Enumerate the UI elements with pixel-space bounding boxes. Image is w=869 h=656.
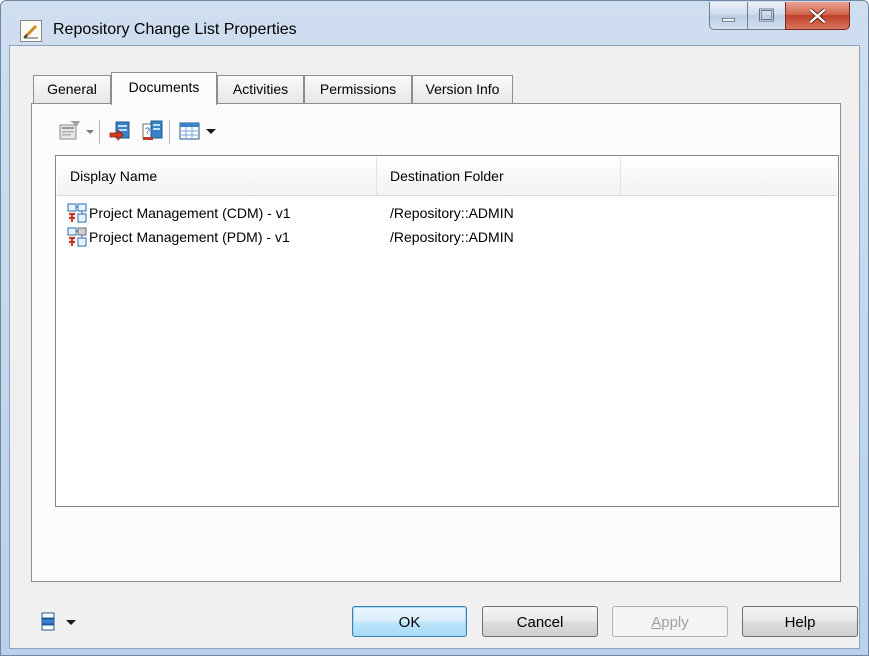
maximize-button[interactable] xyxy=(747,2,786,30)
customize-columns-icon[interactable] xyxy=(177,118,203,144)
list-header: Display Name Destination Folder xyxy=(57,157,837,196)
properties-icon[interactable] xyxy=(57,118,83,144)
dropdown-arrow-icon[interactable] xyxy=(65,611,77,637)
list-item[interactable]: Project Management (CDM) - v1 /Repositor… xyxy=(57,201,837,225)
apply-label-rest: pply xyxy=(661,614,689,631)
toolbar-separator xyxy=(99,120,100,144)
row-destination-folder: /Repository::ADMIN xyxy=(390,205,514,221)
column-header-destination-folder[interactable]: Destination Folder xyxy=(377,157,621,195)
close-button[interactable] xyxy=(785,2,850,30)
tab-version-info[interactable]: Version Info xyxy=(412,75,513,104)
list-item[interactable]: Project Management (PDM) - v1 /Repositor… xyxy=(57,225,837,249)
help-button[interactable]: Help xyxy=(742,606,858,637)
row-display-name: Project Management (CDM) - v1 xyxy=(89,205,291,221)
page-menu-icon[interactable] xyxy=(39,611,61,637)
remove-icon[interactable] xyxy=(107,118,133,144)
tab-documents[interactable]: Documents xyxy=(111,72,217,105)
cdm-model-icon xyxy=(67,203,87,223)
dialog-button-bar: OK Cancel Apply Help xyxy=(10,594,859,648)
dialog-client-area: General Documents Activities Permissions… xyxy=(9,45,860,649)
dropdown-arrow-icon[interactable] xyxy=(205,118,217,144)
dropdown-arrow-icon[interactable] xyxy=(84,118,96,144)
svg-text:?: ? xyxy=(145,126,150,136)
column-header-empty xyxy=(621,157,837,195)
toolbar-separator xyxy=(169,120,170,144)
title-bar[interactable]: Repository Change List Properties xyxy=(1,1,868,45)
tab-general[interactable]: General xyxy=(33,75,111,104)
tab-permissions[interactable]: Permissions xyxy=(304,75,412,104)
row-destination-folder: /Repository::ADMIN xyxy=(390,229,514,245)
ok-button[interactable]: OK xyxy=(352,606,467,637)
apply-button[interactable]: Apply xyxy=(612,606,728,637)
documents-list[interactable]: Display Name Destination Folder Project … xyxy=(55,155,839,507)
open-icon[interactable]: ? xyxy=(139,118,165,144)
cancel-button[interactable]: Cancel xyxy=(482,606,598,637)
pdm-model-icon xyxy=(67,227,87,247)
column-header-display-name[interactable]: Display Name xyxy=(57,157,377,195)
row-display-name: Project Management (PDM) - v1 xyxy=(89,229,290,245)
apply-accelerator: A xyxy=(651,614,662,631)
dialog-window: Repository Change List Properties Genera… xyxy=(0,0,869,656)
window-title: Repository Change List Properties xyxy=(53,21,297,38)
tab-activities[interactable]: Activities xyxy=(217,75,304,104)
properties-edit-icon xyxy=(20,20,42,42)
minimize-button[interactable] xyxy=(709,2,748,30)
documents-tab-panel: ? Display Name Destination Folder Projec… xyxy=(31,103,841,582)
